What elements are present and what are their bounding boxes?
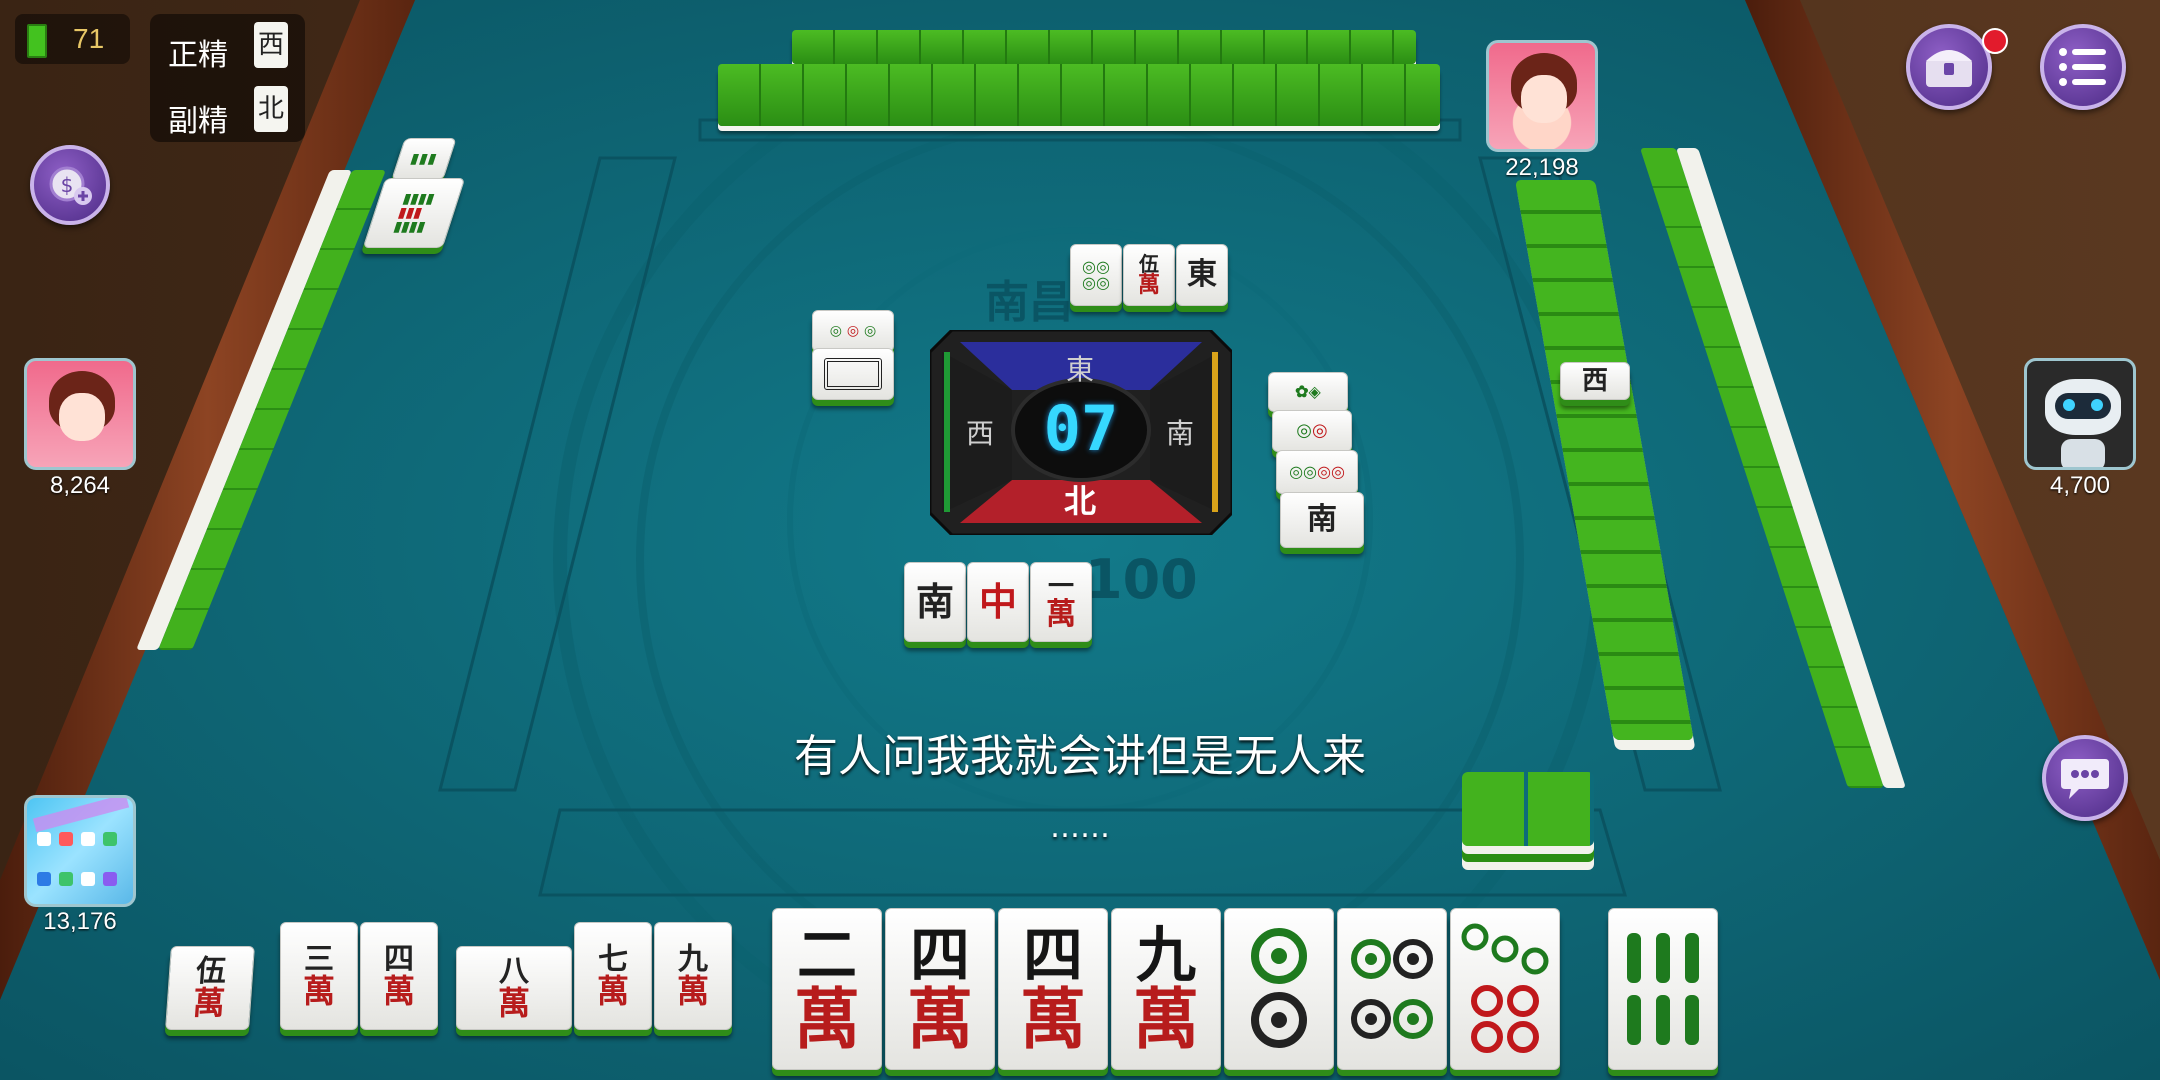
top-discard-tile: ◎◎ ◎◎: [1070, 244, 1122, 306]
hand-tile[interactable]: [1337, 908, 1447, 1070]
hand-tile[interactable]: [1450, 908, 1560, 1070]
compass-panel: 07 東 西 南 北: [928, 328, 1234, 537]
right-stack-discard: 南: [1280, 492, 1364, 548]
two-circles-glyph: [1251, 928, 1307, 1048]
notification-dot: [1982, 28, 2008, 54]
wild-secondary-label: 副精: [168, 104, 228, 139]
self-discard-tile: 南: [904, 562, 966, 642]
right-player-score: 4,700: [2049, 472, 2111, 499]
right-stack-discard: ✿◈: [1268, 372, 1348, 412]
right-discard-tile: 西: [1560, 362, 1630, 400]
seven-circles-glyph: [1461, 923, 1549, 1053]
wild-primary-tile: 西: [254, 22, 288, 68]
top-discard-tile: 東: [1176, 244, 1228, 306]
svg-text:$: $: [61, 173, 74, 197]
meld-tile: 四萬: [360, 922, 438, 1030]
top-discard-tile: 伍 萬: [1123, 244, 1175, 306]
region-watermark: 南昌: [985, 277, 1073, 328]
left-discard-tile: [812, 348, 894, 400]
four-circles-glyph: [1351, 939, 1433, 1039]
battery-icon: [27, 24, 47, 58]
self-score: 13,176: [43, 908, 117, 935]
battery-level: 71: [73, 23, 105, 54]
right-stack-discard: ◎◎: [1272, 410, 1352, 452]
six-bamboo-glyph: [1627, 933, 1699, 1045]
menu-button[interactable]: [2040, 24, 2126, 110]
meld-tile: 三萬: [280, 922, 358, 1030]
coin-plus-button[interactable]: $: [30, 145, 110, 225]
menu-list-icon: [2059, 48, 2106, 86]
wild-tiles-panel: 正精 西 副精 北: [150, 14, 305, 142]
battery-indicator: 71: [15, 14, 130, 64]
hand-tile[interactable]: [1224, 908, 1334, 1070]
meld-tile: 伍萬: [165, 946, 255, 1030]
treasure-chest-icon: [1926, 50, 1972, 87]
seat-right: 南: [1166, 417, 1195, 450]
coin-plus-icon: $: [49, 166, 92, 205]
drawn-tile[interactable]: [1608, 908, 1718, 1070]
hand-tile[interactable]: 九萬: [1111, 908, 1221, 1070]
subtitle-dots: ……: [1050, 810, 1110, 845]
wild-primary-label: 正精: [168, 38, 228, 73]
top-player-score: 22,198: [1505, 154, 1579, 181]
left-discard-tile: ◎ ◎ ◎: [812, 310, 894, 352]
left-player-avatar[interactable]: [24, 358, 136, 470]
seat-top: 東: [1066, 353, 1095, 386]
seat-bottom: 北: [1064, 482, 1097, 520]
hand-tile[interactable]: 四萬: [885, 908, 995, 1070]
meld-tile: 八萬: [456, 946, 572, 1030]
base-score-watermark: 100: [1085, 548, 1198, 611]
treasure-chest-button[interactable]: [1906, 24, 1992, 110]
wild-secondary-tile: 北: [254, 86, 288, 132]
hand-tile[interactable]: 四萬: [998, 908, 1108, 1070]
seat-left: 西: [966, 417, 995, 450]
right-stack-discard: ◎◎◎◎: [1276, 450, 1358, 494]
meld-tile: 七萬: [574, 922, 652, 1030]
subtitle-line: 有人问我我就会讲但是无人来: [794, 731, 1366, 782]
top-player-avatar[interactable]: [1486, 40, 1598, 152]
meld-tile: 九萬: [654, 922, 732, 1030]
mahjong-table-scene: 南昌 100 71 正精 西 副精 北 $ 22,198 8,264 4,700…: [0, 0, 2160, 1080]
hand-tile[interactable]: 二萬: [772, 908, 882, 1070]
right-player-avatar[interactable]: [2024, 358, 2136, 470]
self-discard-tile: 中: [967, 562, 1029, 642]
self-discard-tile: 一 萬: [1030, 562, 1092, 642]
left-player-score: 8,264: [49, 472, 111, 499]
